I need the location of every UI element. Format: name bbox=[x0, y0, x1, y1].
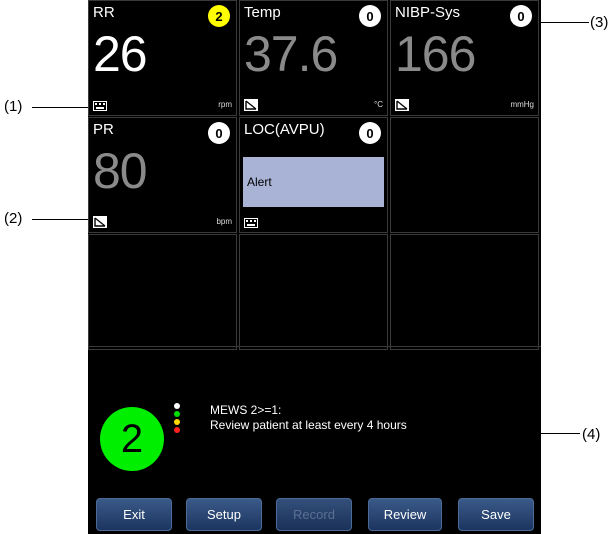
tile-nibp-unit: mmHg bbox=[510, 100, 534, 109]
manual-input-icon bbox=[93, 216, 107, 228]
tile-rr[interactable]: RR 2 26 rpm bbox=[88, 0, 237, 116]
keyboard-icon bbox=[93, 101, 107, 111]
tile-avpu-score: 0 bbox=[359, 122, 381, 144]
mews-summary: 2 MEWS 2>=1: Review patient at least eve… bbox=[88, 346, 541, 492]
tile-temp[interactable]: Temp 0 37.6 °C bbox=[239, 0, 388, 116]
tile-temp-value: 37.6 bbox=[244, 26, 338, 82]
tile-empty bbox=[88, 234, 237, 350]
tile-empty bbox=[390, 117, 539, 233]
callout-4: (4) bbox=[582, 426, 601, 443]
exit-button[interactable]: Exit bbox=[96, 498, 172, 531]
record-button[interactable]: Record bbox=[276, 498, 352, 531]
manual-input-icon bbox=[244, 99, 258, 111]
callout-2-line bbox=[32, 219, 90, 220]
tile-rr-score: 2 bbox=[208, 5, 230, 27]
tile-rr-value: 26 bbox=[93, 26, 148, 82]
total-score: 2 bbox=[100, 407, 164, 471]
tile-empty bbox=[239, 234, 388, 350]
tile-pr-score: 0 bbox=[208, 122, 230, 144]
callout-3-line bbox=[539, 22, 589, 23]
review-button[interactable]: Review bbox=[368, 498, 442, 531]
tile-pr-label: PR bbox=[93, 121, 114, 138]
callout-2: (2) bbox=[4, 210, 23, 227]
avpu-value-box[interactable]: Alert bbox=[243, 157, 384, 207]
tile-pr-value: 80 bbox=[93, 143, 148, 199]
traffic-light-icon bbox=[174, 403, 180, 435]
keyboard-icon bbox=[244, 218, 258, 228]
tile-loc-avpu[interactable]: LOC(AVPU) 0 Alert bbox=[239, 117, 388, 233]
tile-rr-unit: rpm bbox=[218, 100, 232, 109]
mews-message-text: Review patient at least every 4 hours bbox=[210, 418, 407, 432]
tile-temp-label: Temp bbox=[244, 4, 281, 21]
manual-input-icon bbox=[395, 99, 409, 111]
mews-message-title: MEWS 2>=1: bbox=[210, 403, 282, 417]
tile-nibp-score: 0 bbox=[510, 5, 532, 27]
tile-nibp-label: NIBP-Sys bbox=[395, 4, 461, 21]
tile-avpu-label: LOC(AVPU) bbox=[244, 121, 325, 138]
tile-nibp-sys[interactable]: NIBP-Sys 0 166 mmHg bbox=[390, 0, 539, 116]
tile-temp-score: 0 bbox=[359, 5, 381, 27]
mews-message: MEWS 2>=1: Review patient at least every… bbox=[210, 403, 407, 433]
tile-empty bbox=[390, 234, 539, 350]
mews-screen: RR 2 26 rpm Temp 0 37.6 °C NIBP-Sys 0 16… bbox=[88, 0, 541, 534]
callout-1-line bbox=[32, 107, 90, 108]
callout-3: (3) bbox=[590, 14, 609, 31]
save-button[interactable]: Save bbox=[458, 498, 534, 531]
tile-rr-label: RR bbox=[93, 4, 115, 21]
setup-button[interactable]: Setup bbox=[186, 498, 262, 531]
tile-nibp-value: 166 bbox=[395, 26, 476, 82]
tile-pr[interactable]: PR 0 80 bpm bbox=[88, 117, 237, 233]
tile-pr-unit: bpm bbox=[216, 217, 232, 226]
tile-temp-unit: °C bbox=[374, 100, 383, 109]
callout-1: (1) bbox=[4, 98, 23, 115]
